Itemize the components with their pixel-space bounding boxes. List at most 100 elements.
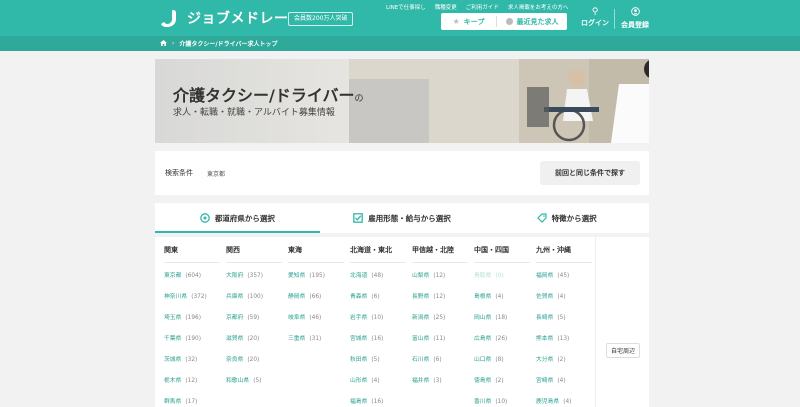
prefecture-link[interactable]: 神奈川県 (372) — [164, 291, 207, 300]
prefecture-link[interactable]: 栃木県 (12) — [164, 375, 197, 384]
prefecture-name: 富山県 — [412, 336, 430, 342]
prefecture-link[interactable]: 群馬県 (17) — [164, 396, 197, 405]
prefecture-link[interactable]: 長野県 (12) — [412, 291, 445, 300]
search-same-conditions-button[interactable]: 前回と同じ条件で探す — [540, 161, 640, 185]
prefecture-name: 奈良県 — [226, 357, 244, 363]
near-home-button[interactable]: 自宅周辺 — [606, 343, 641, 358]
prefecture-link[interactable]: 滋賀県 (20) — [226, 333, 259, 342]
prefecture-link[interactable]: 石川県 (6) — [412, 354, 442, 363]
job-count: (10) — [495, 399, 508, 405]
prefecture-link[interactable]: 大分県 (2) — [536, 354, 566, 363]
prefecture-link[interactable]: 鹿児島県 (4) — [536, 396, 571, 405]
prefecture-link[interactable]: 宮城県 (16) — [350, 333, 383, 342]
job-count: (5) — [253, 378, 262, 384]
map-pin-icon — [199, 213, 210, 223]
prefecture-name: 鹿児島県 — [536, 399, 560, 405]
prefecture-name: 徳島県 — [474, 378, 492, 384]
register-button[interactable]: 会員登録 — [615, 7, 655, 31]
prefecture-link[interactable]: 東京都 (604) — [164, 270, 201, 279]
region-heading: 関東 — [164, 246, 178, 254]
job-count: (4) — [557, 294, 566, 300]
prefecture-name: 熊本県 — [536, 336, 554, 342]
star-icon: ★ — [452, 17, 460, 26]
prefecture-link[interactable]: 三重県 (31) — [288, 333, 321, 342]
breadcrumb: › 介護タクシー/ドライバー求人トップ — [0, 36, 800, 51]
tab-prefecture[interactable]: 都道府県から選択 — [155, 203, 320, 233]
search-label: 検索条件 — [165, 169, 193, 177]
prefecture-link[interactable]: 奈良県 (20) — [226, 354, 259, 363]
job-count: (4) — [495, 294, 504, 300]
keep-button[interactable]: ★ キープ — [441, 13, 496, 30]
divider — [288, 262, 344, 263]
prefecture-link[interactable]: 富山県 (11) — [412, 333, 445, 342]
hero-subtitle: 求人・転職・就職・アルバイト募集情報 — [173, 108, 335, 118]
job-count: (604) — [185, 273, 201, 279]
prefecture-link[interactable]: 長崎県 (5) — [536, 312, 566, 321]
prefecture-name: 長崎県 — [536, 315, 554, 321]
job-count: (12) — [185, 378, 198, 384]
prefecture-link[interactable]: 熊本県 (13) — [536, 333, 569, 342]
guide-link[interactable]: ご利用ガイド — [466, 3, 499, 11]
job-count: (10) — [371, 315, 384, 321]
prefecture-link[interactable]: 広島県 (26) — [474, 333, 507, 342]
prefecture-name: 長野県 — [412, 294, 430, 300]
prefecture-link[interactable]: 京都府 (59) — [226, 312, 259, 321]
job-count: (0) — [495, 273, 504, 279]
tab-features[interactable]: 特徴から選択 — [484, 203, 649, 233]
prefecture-grid: 関東東京都 (604) 神奈川県 (372) 埼玉県 (196) 千葉県 (190) 茨城県 (3… — [155, 237, 649, 407]
chevron-right-icon: › — [172, 40, 175, 47]
prefecture-name: 神奈川県 — [164, 294, 188, 300]
search-value: 東京都 — [207, 171, 226, 178]
prefecture-link[interactable]: 兵庫県 (100) — [226, 291, 263, 300]
prefecture-link[interactable]: 佐賀県 (4) — [536, 291, 566, 300]
keep-label: キープ — [463, 17, 485, 26]
prefecture-link[interactable]: 青森県 (6) — [350, 291, 380, 300]
prefecture-link[interactable]: 埼玉県 (196) — [164, 312, 201, 321]
member-count-badge: 会員数200万人突破 — [288, 12, 354, 26]
prefecture-link[interactable]: 山形県 (4) — [350, 375, 380, 384]
prefecture-name: 東京都 — [164, 273, 182, 279]
prefecture-link[interactable]: 新潟県 (25) — [412, 312, 445, 321]
prefecture-link[interactable]: 山口県 (8) — [474, 354, 504, 363]
prefecture-name: 山口県 — [474, 357, 492, 363]
prefecture-link[interactable]: 茨城県 (32) — [164, 354, 197, 363]
prefecture-link[interactable]: 福島県 (16) — [350, 396, 383, 405]
login-button[interactable]: ⚲ ログイン — [575, 7, 615, 31]
prefecture-link[interactable]: 宮崎県 (4) — [536, 375, 566, 384]
prefecture-link[interactable]: 岡山県 (18) — [474, 312, 507, 321]
prefecture-link[interactable]: 岩手県 (10) — [350, 312, 383, 321]
prefecture-name: 宮城県 — [350, 336, 368, 342]
prefecture-link[interactable]: 秋田県 (5) — [350, 354, 380, 363]
line-search-link[interactable]: LINEで仕事探し — [386, 3, 426, 11]
change-occupation-link[interactable]: 職種変更 — [435, 3, 457, 11]
prefecture-link[interactable]: 島根県 (4) — [474, 291, 504, 300]
prefecture-link[interactable]: 静岡県 (66) — [288, 291, 321, 300]
job-count: (32) — [185, 357, 198, 363]
user-icon — [615, 7, 655, 19]
prefecture-link[interactable]: 徳島県 (2) — [474, 375, 504, 384]
employer-link[interactable]: 求人掲載をお考えの方へ — [508, 3, 569, 11]
prefecture-link[interactable]: 大阪府 (357) — [226, 270, 263, 279]
site-header: ジョブメドレー 会員数200万人突破 LINEで仕事探し 職種変更 ご利用ガイド… — [0, 0, 800, 36]
tab-employment[interactable]: 雇用形態・給与から選択 — [320, 203, 485, 233]
prefecture-link[interactable]: 香川県 (10) — [474, 396, 507, 405]
job-count: (13) — [557, 336, 570, 342]
logo[interactable]: ジョブメドレー — [160, 8, 289, 28]
recent-button[interactable]: 最近見た求人 — [497, 13, 567, 30]
keep-recent-bar: ★ キープ 最近見た求人 — [441, 13, 567, 30]
prefecture-name: 宮崎県 — [536, 378, 554, 384]
prefecture-link[interactable]: 岐阜県 (46) — [288, 312, 321, 321]
prefecture-link[interactable]: 福井県 (3) — [412, 375, 442, 384]
prefecture-link[interactable]: 福岡県 (45) — [536, 270, 569, 279]
tab-employment-label: 雇用形態・給与から選択 — [368, 213, 451, 223]
prefecture-link[interactable]: 愛知県 (195) — [288, 270, 325, 279]
prefecture-link[interactable]: 和歌山県 (5) — [226, 375, 261, 384]
divider — [226, 262, 282, 263]
job-count: (4) — [557, 378, 566, 384]
prefecture-link[interactable]: 山梨県 (12) — [412, 270, 445, 279]
prefecture-link[interactable]: 北海道 (48) — [350, 270, 383, 279]
home-icon[interactable] — [160, 39, 167, 48]
logo-text: ジョブメドレー — [187, 11, 289, 27]
prefecture-link[interactable]: 千葉県 (190) — [164, 333, 201, 342]
hero-title: 介護タクシー/ドライバーの — [173, 82, 364, 106]
